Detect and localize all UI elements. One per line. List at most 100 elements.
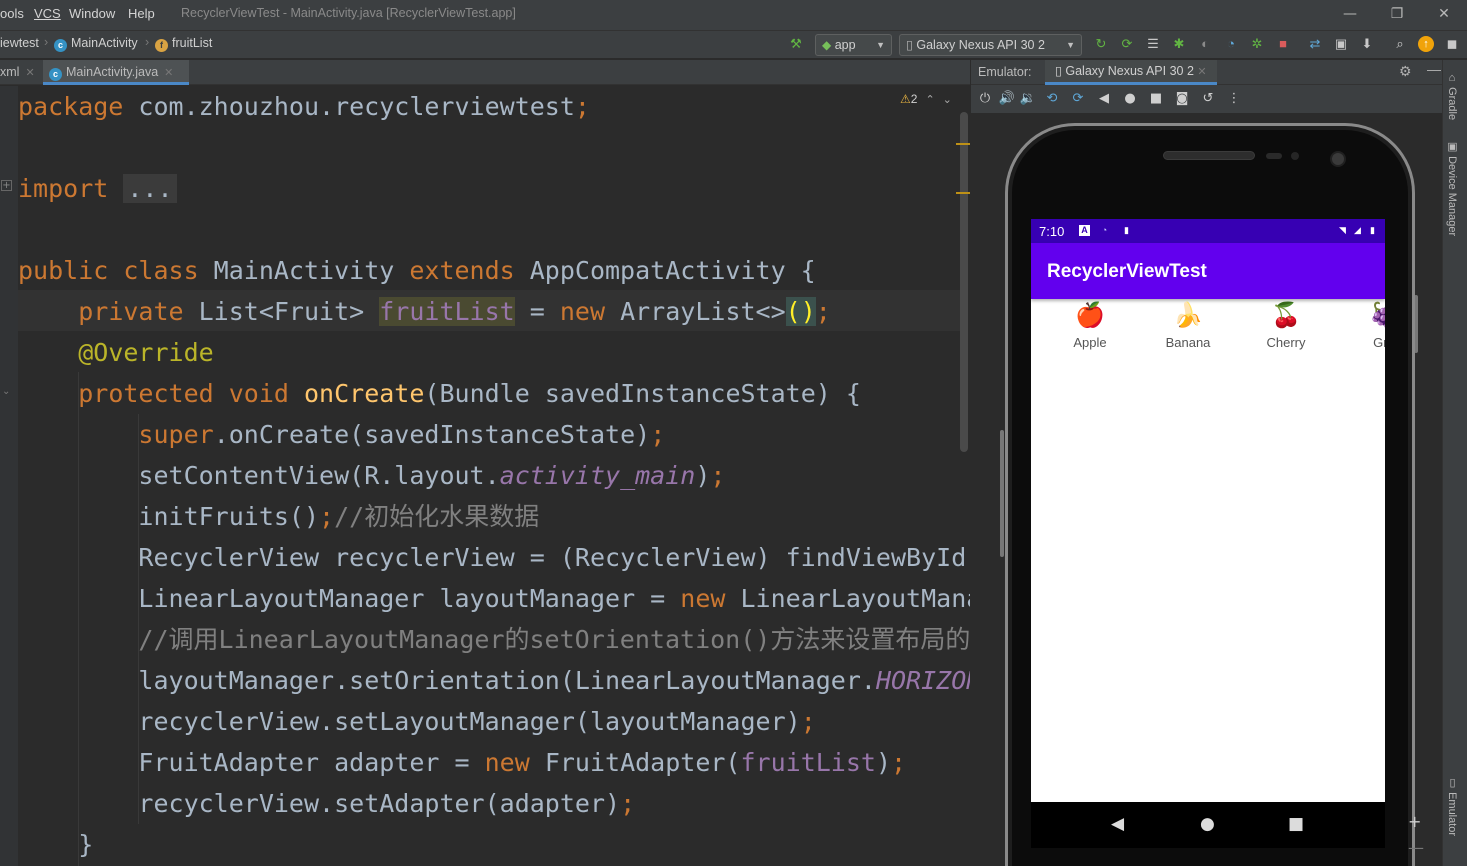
android-home-button[interactable]: ● [1200,814,1215,834]
device-manager-tool-button[interactable]: ▣ Device Manager [1446,140,1459,236]
phone-speaker [1163,151,1255,160]
fruit-item-banana[interactable]: 🍌 Banana [1139,301,1237,351]
emulator-label: Emulator: [978,65,1032,79]
gradle-tool-button[interactable]: ⌂ Gradle [1446,72,1458,120]
menu-tools[interactable]: ools [0,6,24,21]
phone-camera [1330,151,1346,167]
back-icon[interactable]: ◀ [1095,90,1113,108]
volume-up-icon[interactable]: 🔊 [998,90,1016,108]
code-line-5: public class MainActivity extends AppCom… [18,256,816,285]
close-icon[interactable]: ✕ [164,67,173,79]
gradle-label: Gradle [1446,87,1458,121]
fruit-item-grape[interactable]: 🍇 Gra [1335,301,1385,351]
notification-icon: A [1079,225,1090,236]
android-recents-button[interactable]: ■ [1288,814,1304,834]
navigation-bar: iewtest › c MainActivity › f fruitList ⚒ ◆… [0,30,1467,59]
code-line-10: setContentView(R.layout.activity_main); [138,461,726,490]
code-line-12: RecyclerView recyclerView = (RecyclerVie… [138,543,970,572]
device-manager-icon[interactable]: ▣ [1333,36,1349,52]
home-icon[interactable]: ● [1121,90,1139,108]
profile-icon[interactable]: ◔ [1223,36,1239,52]
close-button[interactable]: ✕ [1434,4,1454,24]
class-icon: c [54,39,67,52]
cherry-icon: 🍒 [1271,302,1301,329]
breadcrumb-field[interactable]: f fruitList [155,36,212,52]
code-line-16: recyclerView.setLayoutManager(layoutMana… [138,707,816,736]
emulator-panel: Emulator: ▯ Galaxy Nexus API 30 2 ✕ ⚙ — … [970,60,1443,866]
zoom-out-button[interactable]: — [1408,838,1424,857]
app-title: RecyclerViewTest [1047,261,1207,282]
apply-code-changes-icon[interactable]: ☰ [1145,36,1161,52]
code-line-18: recyclerView.setAdapter(adapter); [138,789,636,818]
fruit-item-cherry[interactable]: 🍒 Cherry [1237,301,1335,351]
chevron-up-icon[interactable]: ⌃ [925,94,934,106]
power-icon[interactable]: ⏻ [976,90,994,108]
fold-expand-icon[interactable]: + [1,180,12,191]
device-select[interactable]: ▯ Galaxy Nexus API 30 2 ▼ [899,34,1082,56]
update-icon[interactable]: ↑ [1418,36,1434,52]
warning-count: 2 [910,92,918,106]
field-icon: f [155,39,168,52]
fruit-item-apple[interactable]: 🍎 Apple [1041,301,1139,351]
sync-gradle-icon[interactable]: ⇄ [1307,36,1323,52]
breadcrumb-class[interactable]: c MainActivity [54,36,138,52]
folded-imports[interactable]: ... [123,174,177,203]
minimize-button[interactable]: — [1340,4,1360,24]
close-icon[interactable]: ✕ [1197,66,1206,78]
menu-vcs[interactable]: VCS [34,6,61,21]
tab-mainactivity[interactable]: c MainActivity.java ✕ [43,60,189,85]
snapshot-icon[interactable]: ↺ [1199,90,1217,108]
zoom-in-button[interactable]: + [1408,812,1421,831]
maximize-button[interactable]: ❐ [1387,4,1407,24]
emulator-device-tab[interactable]: ▯ Galaxy Nexus API 30 2 ✕ [1045,60,1217,85]
android-status-bar: 7:10 A ◔ ▮ ◥ ◢ ▮ [1031,219,1385,243]
code-line-3: import ... [18,168,177,209]
debug-icon[interactable]: ✱ [1171,36,1187,52]
attach-debugger-icon[interactable]: ✲ [1249,36,1265,52]
editor-scrollbar[interactable] [960,112,968,452]
sdk-manager-icon[interactable]: ⬇ [1359,36,1375,52]
phone-screen[interactable]: 7:10 A ◔ ▮ ◥ ◢ ▮ RecyclerViewTest 🍎 Appl… [1031,219,1385,802]
apply-changes-icon[interactable]: ⟳ [1119,36,1135,52]
code-editor[interactable]: + ⌄ package com.zhouzhou.recyclerviewtes… [0,86,970,866]
rerun-icon[interactable]: ↻ [1093,36,1109,52]
emulator-header: Emulator: ▯ Galaxy Nexus API 30 2 ✕ ⚙ — [971,60,1443,85]
hammer-icon[interactable]: ⚒ [788,36,804,52]
warning-stripe[interactable] [956,143,970,145]
editor-gutter [0,86,18,866]
stop-icon[interactable]: ■ [1275,36,1291,52]
code-line-17: FruitAdapter adapter = new FruitAdapter(… [138,748,907,777]
camera-icon[interactable]: ◙ [1173,90,1191,108]
fruit-name: Banana [1165,335,1211,350]
device-select-label: Galaxy Nexus API 30 2 [916,38,1045,52]
menu-window[interactable]: Window [69,6,115,21]
phone-sensor [1266,153,1282,159]
hide-panel-icon[interactable]: — [1427,61,1441,77]
breadcrumb-project[interactable]: iewtest [0,36,39,50]
device-manager-icon: ▣ [1446,140,1458,157]
phone-sensor [1291,152,1299,160]
menu-help[interactable]: Help [128,6,155,21]
search-icon[interactable]: ⌕ [1392,36,1408,52]
phone-side-button [1000,430,1004,557]
gear-icon[interactable]: ⚙ [1399,63,1412,80]
code-line-9: super.onCreate(savedInstanceState); [138,420,666,449]
android-back-button[interactable]: ◀ [1111,814,1124,834]
tab-xml[interactable]: xml ✕ [0,60,42,85]
overview-icon[interactable]: ■ [1147,90,1165,108]
rotate-right-icon[interactable]: ⟳ [1069,90,1087,108]
emulator-device-tab-label: Galaxy Nexus API 30 2 [1065,64,1194,78]
window-title: RecyclerViewTest - MainActivity.java [Re… [181,6,516,20]
close-icon[interactable]: ✕ [25,67,34,79]
coverage-icon[interactable]: ◐ [1197,36,1213,52]
inspection-widget[interactable]: ⚠2 ⌃ ⌄ [900,92,952,106]
rotate-left-icon[interactable]: ⟲ [1043,90,1061,108]
more-icon[interactable]: ⋮ [1225,90,1243,108]
run-config-select[interactable]: ◆ app ▼ [815,34,892,56]
chevron-down-icon[interactable]: ⌄ [943,94,952,106]
volume-down-icon[interactable]: 🔉 [1019,90,1037,108]
emulator-tool-button[interactable]: ▯ Emulator [1446,776,1459,836]
code-line-6: private List<Fruit> fruitList = new Arra… [78,297,831,326]
warning-stripe[interactable] [956,192,970,194]
fold-collapse-icon[interactable]: ⌄ [2,386,10,397]
